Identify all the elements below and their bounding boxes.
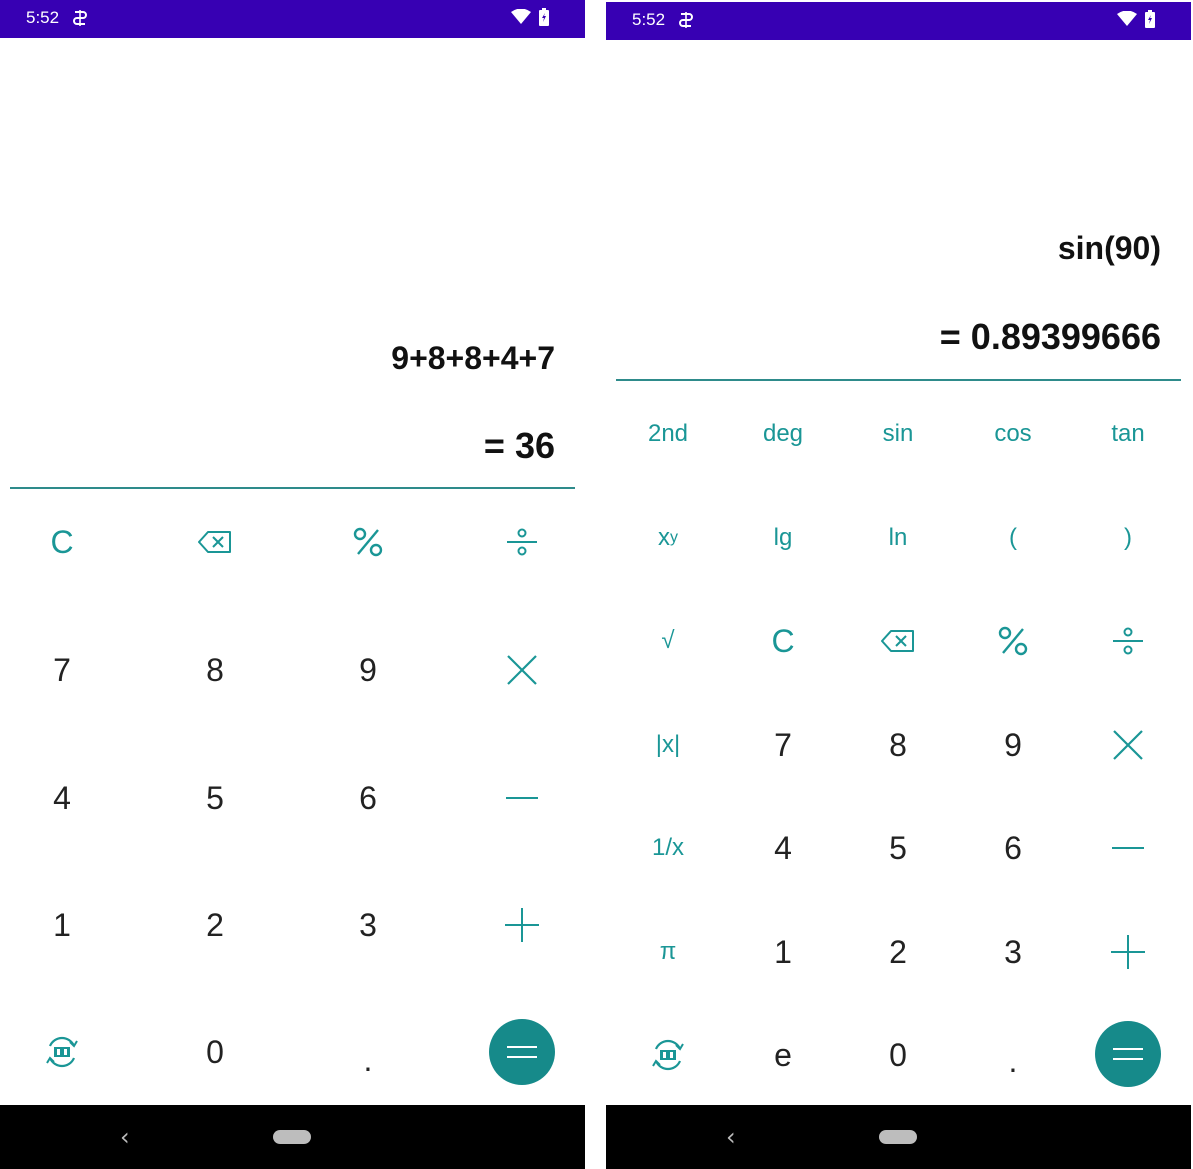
data-saver-icon (679, 12, 693, 28)
minus-icon (506, 797, 538, 799)
home-button[interactable] (273, 1130, 311, 1144)
digit-0-button[interactable]: 0 (858, 1029, 938, 1081)
backspace-icon (198, 531, 231, 553)
calculator-basic-screen: 5:52 9+8+8+4+7 = 36 C 7 8 9 4 5 6 1 2 3 … (0, 0, 585, 1169)
mode-switch-button[interactable] (22, 1022, 102, 1082)
percent-icon (998, 626, 1028, 656)
digit-3-button[interactable]: 3 (328, 895, 408, 955)
tan-button[interactable]: tan (1088, 408, 1168, 460)
backspace-button[interactable] (175, 512, 255, 572)
result-text: = 36 (483, 425, 555, 466)
result-text: = 0.89399666 (939, 316, 1161, 357)
mode-switch-icon (652, 1039, 684, 1071)
digit-5-button[interactable]: 5 (858, 822, 938, 874)
backspace-button[interactable] (858, 615, 938, 667)
multiply-button[interactable] (482, 640, 562, 700)
digit-1-button[interactable]: 1 (743, 926, 823, 978)
digit-8-button[interactable]: 8 (175, 640, 255, 700)
equals-icon (507, 1046, 537, 1058)
equals-button[interactable] (1095, 1021, 1161, 1087)
decimal-point-button[interactable]: . (328, 1030, 408, 1090)
digit-3-button[interactable]: 3 (973, 926, 1053, 978)
equals-icon (1113, 1048, 1143, 1060)
digit-1-button[interactable]: 1 (22, 895, 102, 955)
reciprocal-button[interactable]: 1/x (628, 822, 708, 874)
minus-button[interactable] (1088, 822, 1168, 874)
euler-e-button[interactable]: e (743, 1029, 823, 1081)
display-divider (10, 487, 575, 489)
digit-8-button[interactable]: 8 (858, 719, 938, 771)
data-saver-icon (73, 10, 87, 26)
divide-button[interactable] (482, 512, 562, 572)
display-area: 9+8+8+4+7 = 36 (0, 38, 585, 490)
percent-button[interactable] (328, 512, 408, 572)
digit-7-button[interactable]: 7 (743, 719, 823, 771)
divide-icon (507, 528, 537, 556)
digit-2-button[interactable]: 2 (175, 895, 255, 955)
back-button[interactable]: ‹ (120, 1123, 130, 1151)
equals-button[interactable] (489, 1019, 555, 1085)
digit-4-button[interactable]: 4 (22, 768, 102, 828)
power-button[interactable]: xy (628, 512, 708, 564)
power-exponent-label: y (670, 529, 678, 546)
minus-button[interactable] (482, 768, 562, 828)
plus-button[interactable] (1088, 926, 1168, 978)
battery-icon (539, 8, 549, 26)
decimal-point-button[interactable]: . (973, 1035, 1053, 1087)
display-divider (616, 379, 1181, 381)
divide-button[interactable] (1088, 615, 1168, 667)
clear-button[interactable]: C (22, 512, 102, 572)
wifi-icon (1117, 11, 1137, 26)
calculator-scientific-screen: 5:52 sin(90) = 0.89399666 2nd deg sin co… (606, 0, 1191, 1169)
digit-9-button[interactable]: 9 (973, 719, 1053, 771)
expression-text: sin(90) (1057, 230, 1161, 266)
ln-button[interactable]: ln (858, 512, 938, 564)
status-bar: 5:52 (0, 0, 585, 38)
status-time: 5:52 (26, 8, 60, 27)
percent-icon (353, 527, 383, 557)
navigation-bar: ‹ (0, 1105, 585, 1169)
digit-7-button[interactable]: 7 (22, 640, 102, 700)
back-button[interactable]: ‹ (726, 1123, 736, 1151)
deg-button[interactable]: deg (743, 408, 823, 460)
navigation-bar: ‹ (606, 1105, 1191, 1169)
right-paren-button[interactable]: ) (1088, 512, 1168, 564)
power-base-label: x (658, 524, 670, 551)
pi-button[interactable]: π (628, 926, 708, 978)
second-function-button[interactable]: 2nd (628, 408, 708, 460)
home-button[interactable] (879, 1130, 917, 1144)
mode-switch-icon (46, 1036, 78, 1068)
digit-9-button[interactable]: 9 (328, 640, 408, 700)
lg-button[interactable]: lg (743, 512, 823, 564)
sin-button[interactable]: sin (858, 408, 938, 460)
wifi-icon (511, 9, 531, 24)
plus-icon (505, 908, 539, 942)
plus-icon (1111, 935, 1145, 969)
backspace-icon (881, 630, 914, 652)
sqrt-button[interactable]: √ (628, 615, 708, 667)
digit-2-button[interactable]: 2 (858, 926, 938, 978)
minus-icon (1112, 847, 1144, 849)
expression-text: 9+8+8+4+7 (391, 340, 555, 376)
mode-switch-button[interactable] (628, 1029, 708, 1081)
absolute-value-button[interactable]: |x| (628, 719, 708, 771)
status-time: 5:52 (632, 10, 666, 29)
digit-4-button[interactable]: 4 (743, 822, 823, 874)
divide-icon (1113, 627, 1143, 655)
digit-6-button[interactable]: 6 (328, 768, 408, 828)
plus-button[interactable] (482, 895, 562, 955)
clear-button[interactable]: C (743, 615, 823, 667)
multiply-icon (1113, 730, 1143, 760)
left-paren-button[interactable]: ( (973, 512, 1053, 564)
display-area: sin(90) = 0.89399666 (606, 40, 1191, 380)
digit-5-button[interactable]: 5 (175, 768, 255, 828)
multiply-button[interactable] (1088, 719, 1168, 771)
percent-button[interactable] (973, 615, 1053, 667)
multiply-icon (507, 655, 537, 685)
status-bar: 5:52 (606, 2, 1191, 40)
digit-6-button[interactable]: 6 (973, 822, 1053, 874)
battery-icon (1145, 10, 1155, 28)
cos-button[interactable]: cos (973, 408, 1053, 460)
digit-0-button[interactable]: 0 (175, 1022, 255, 1082)
